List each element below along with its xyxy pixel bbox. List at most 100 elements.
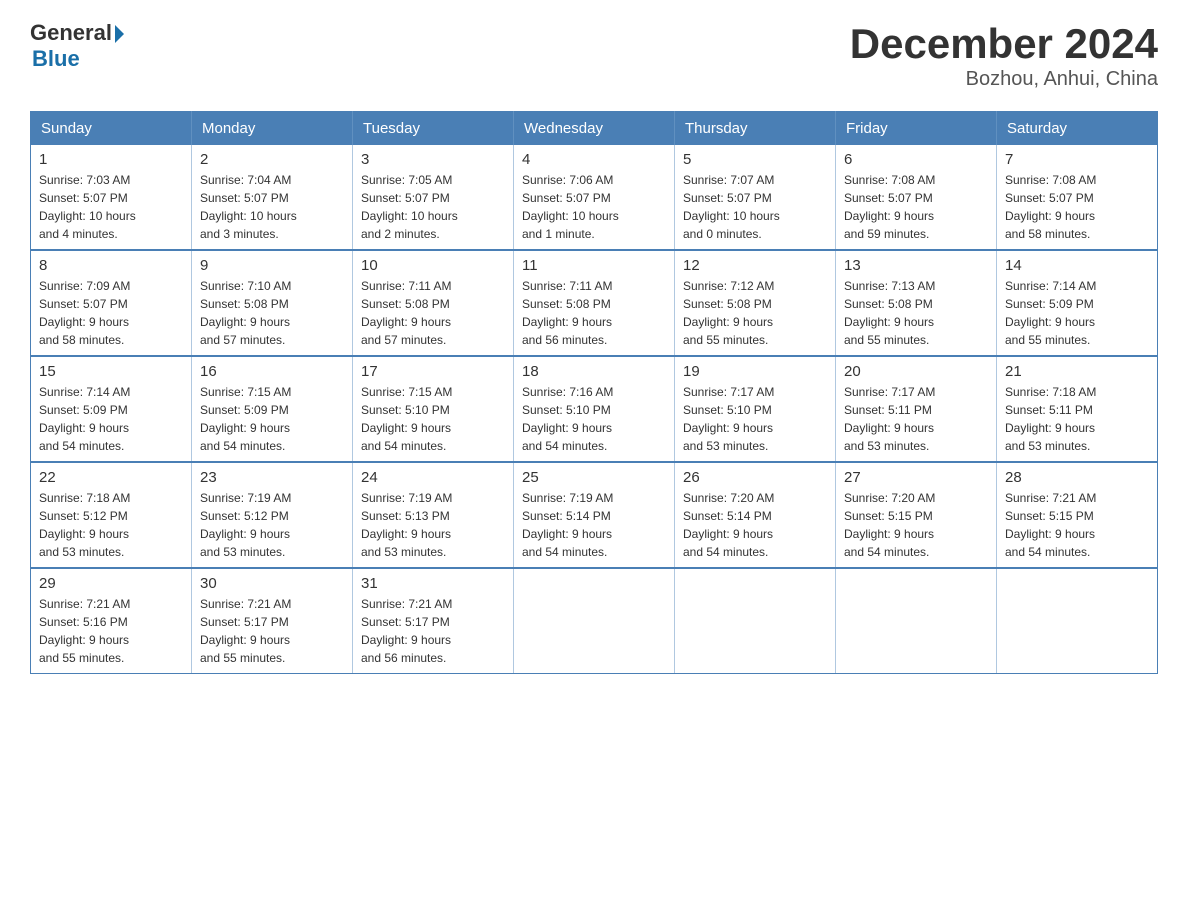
header-sunday: Sunday bbox=[31, 112, 192, 146]
day-info: Sunrise: 7:21 AMSunset: 5:15 PMDaylight:… bbox=[1005, 489, 1149, 561]
page-header: General Blue December 2024 Bozhou, Anhui… bbox=[30, 20, 1158, 91]
calendar-day-cell: 6 Sunrise: 7:08 AMSunset: 5:07 PMDayligh… bbox=[836, 145, 997, 250]
day-number: 19 bbox=[683, 363, 827, 380]
calendar-header-row: Sunday Monday Tuesday Wednesday Thursday… bbox=[31, 112, 1158, 146]
day-info: Sunrise: 7:16 AMSunset: 5:10 PMDaylight:… bbox=[522, 383, 666, 455]
calendar-day-cell: 2 Sunrise: 7:04 AMSunset: 5:07 PMDayligh… bbox=[192, 145, 353, 250]
day-number: 16 bbox=[200, 363, 344, 380]
calendar-day-cell: 31 Sunrise: 7:21 AMSunset: 5:17 PMDaylig… bbox=[353, 568, 514, 674]
calendar-day-cell: 13 Sunrise: 7:13 AMSunset: 5:08 PMDaylig… bbox=[836, 250, 997, 356]
header-wednesday: Wednesday bbox=[514, 112, 675, 146]
day-info: Sunrise: 7:20 AMSunset: 5:15 PMDaylight:… bbox=[844, 489, 988, 561]
day-number: 15 bbox=[39, 363, 183, 380]
calendar-day-cell: 24 Sunrise: 7:19 AMSunset: 5:13 PMDaylig… bbox=[353, 462, 514, 568]
day-number: 22 bbox=[39, 469, 183, 486]
day-number: 9 bbox=[200, 257, 344, 274]
day-info: Sunrise: 7:14 AMSunset: 5:09 PMDaylight:… bbox=[1005, 277, 1149, 349]
day-number: 13 bbox=[844, 257, 988, 274]
logo-general-text: General bbox=[30, 20, 112, 46]
day-number: 11 bbox=[522, 257, 666, 274]
calendar-day-cell bbox=[836, 568, 997, 674]
calendar-day-cell: 30 Sunrise: 7:21 AMSunset: 5:17 PMDaylig… bbox=[192, 568, 353, 674]
day-info: Sunrise: 7:15 AMSunset: 5:10 PMDaylight:… bbox=[361, 383, 505, 455]
day-info: Sunrise: 7:12 AMSunset: 5:08 PMDaylight:… bbox=[683, 277, 827, 349]
day-number: 10 bbox=[361, 257, 505, 274]
calendar-week-row: 29 Sunrise: 7:21 AMSunset: 5:16 PMDaylig… bbox=[31, 568, 1158, 674]
calendar-title: December 2024 bbox=[850, 20, 1158, 68]
calendar-day-cell: 27 Sunrise: 7:20 AMSunset: 5:15 PMDaylig… bbox=[836, 462, 997, 568]
logo-arrow-icon bbox=[115, 25, 124, 43]
calendar-week-row: 1 Sunrise: 7:03 AMSunset: 5:07 PMDayligh… bbox=[31, 145, 1158, 250]
day-info: Sunrise: 7:03 AMSunset: 5:07 PMDaylight:… bbox=[39, 171, 183, 243]
calendar-day-cell: 10 Sunrise: 7:11 AMSunset: 5:08 PMDaylig… bbox=[353, 250, 514, 356]
day-number: 18 bbox=[522, 363, 666, 380]
calendar-day-cell: 8 Sunrise: 7:09 AMSunset: 5:07 PMDayligh… bbox=[31, 250, 192, 356]
day-number: 25 bbox=[522, 469, 666, 486]
day-info: Sunrise: 7:05 AMSunset: 5:07 PMDaylight:… bbox=[361, 171, 505, 243]
calendar-day-cell: 15 Sunrise: 7:14 AMSunset: 5:09 PMDaylig… bbox=[31, 356, 192, 462]
calendar-day-cell bbox=[997, 568, 1158, 674]
calendar-table: Sunday Monday Tuesday Wednesday Thursday… bbox=[30, 111, 1158, 674]
day-number: 30 bbox=[200, 575, 344, 592]
day-info: Sunrise: 7:18 AMSunset: 5:12 PMDaylight:… bbox=[39, 489, 183, 561]
day-number: 7 bbox=[1005, 151, 1149, 168]
calendar-day-cell: 26 Sunrise: 7:20 AMSunset: 5:14 PMDaylig… bbox=[675, 462, 836, 568]
day-info: Sunrise: 7:06 AMSunset: 5:07 PMDaylight:… bbox=[522, 171, 666, 243]
calendar-day-cell: 17 Sunrise: 7:15 AMSunset: 5:10 PMDaylig… bbox=[353, 356, 514, 462]
day-number: 2 bbox=[200, 151, 344, 168]
calendar-day-cell: 4 Sunrise: 7:06 AMSunset: 5:07 PMDayligh… bbox=[514, 145, 675, 250]
day-info: Sunrise: 7:19 AMSunset: 5:14 PMDaylight:… bbox=[522, 489, 666, 561]
calendar-day-cell: 16 Sunrise: 7:15 AMSunset: 5:09 PMDaylig… bbox=[192, 356, 353, 462]
day-number: 5 bbox=[683, 151, 827, 168]
calendar-title-section: December 2024 Bozhou, Anhui, China bbox=[850, 20, 1158, 91]
day-info: Sunrise: 7:04 AMSunset: 5:07 PMDaylight:… bbox=[200, 171, 344, 243]
calendar-day-cell: 25 Sunrise: 7:19 AMSunset: 5:14 PMDaylig… bbox=[514, 462, 675, 568]
day-number: 31 bbox=[361, 575, 505, 592]
day-number: 3 bbox=[361, 151, 505, 168]
day-info: Sunrise: 7:21 AMSunset: 5:16 PMDaylight:… bbox=[39, 595, 183, 667]
day-number: 4 bbox=[522, 151, 666, 168]
calendar-day-cell: 23 Sunrise: 7:19 AMSunset: 5:12 PMDaylig… bbox=[192, 462, 353, 568]
day-number: 28 bbox=[1005, 469, 1149, 486]
calendar-week-row: 15 Sunrise: 7:14 AMSunset: 5:09 PMDaylig… bbox=[31, 356, 1158, 462]
day-info: Sunrise: 7:17 AMSunset: 5:11 PMDaylight:… bbox=[844, 383, 988, 455]
header-saturday: Saturday bbox=[997, 112, 1158, 146]
day-number: 26 bbox=[683, 469, 827, 486]
calendar-day-cell: 19 Sunrise: 7:17 AMSunset: 5:10 PMDaylig… bbox=[675, 356, 836, 462]
day-info: Sunrise: 7:08 AMSunset: 5:07 PMDaylight:… bbox=[844, 171, 988, 243]
day-number: 12 bbox=[683, 257, 827, 274]
day-info: Sunrise: 7:18 AMSunset: 5:11 PMDaylight:… bbox=[1005, 383, 1149, 455]
calendar-day-cell: 5 Sunrise: 7:07 AMSunset: 5:07 PMDayligh… bbox=[675, 145, 836, 250]
calendar-day-cell: 7 Sunrise: 7:08 AMSunset: 5:07 PMDayligh… bbox=[997, 145, 1158, 250]
logo: General Blue bbox=[30, 20, 124, 72]
calendar-day-cell: 1 Sunrise: 7:03 AMSunset: 5:07 PMDayligh… bbox=[31, 145, 192, 250]
day-number: 24 bbox=[361, 469, 505, 486]
day-number: 17 bbox=[361, 363, 505, 380]
day-info: Sunrise: 7:15 AMSunset: 5:09 PMDaylight:… bbox=[200, 383, 344, 455]
day-info: Sunrise: 7:11 AMSunset: 5:08 PMDaylight:… bbox=[361, 277, 505, 349]
day-info: Sunrise: 7:09 AMSunset: 5:07 PMDaylight:… bbox=[39, 277, 183, 349]
day-number: 1 bbox=[39, 151, 183, 168]
day-info: Sunrise: 7:21 AMSunset: 5:17 PMDaylight:… bbox=[200, 595, 344, 667]
day-info: Sunrise: 7:17 AMSunset: 5:10 PMDaylight:… bbox=[683, 383, 827, 455]
day-info: Sunrise: 7:08 AMSunset: 5:07 PMDaylight:… bbox=[1005, 171, 1149, 243]
calendar-subtitle: Bozhou, Anhui, China bbox=[850, 68, 1158, 91]
day-number: 6 bbox=[844, 151, 988, 168]
day-info: Sunrise: 7:10 AMSunset: 5:08 PMDaylight:… bbox=[200, 277, 344, 349]
day-info: Sunrise: 7:11 AMSunset: 5:08 PMDaylight:… bbox=[522, 277, 666, 349]
calendar-day-cell: 18 Sunrise: 7:16 AMSunset: 5:10 PMDaylig… bbox=[514, 356, 675, 462]
calendar-day-cell: 3 Sunrise: 7:05 AMSunset: 5:07 PMDayligh… bbox=[353, 145, 514, 250]
calendar-week-row: 8 Sunrise: 7:09 AMSunset: 5:07 PMDayligh… bbox=[31, 250, 1158, 356]
calendar-day-cell: 29 Sunrise: 7:21 AMSunset: 5:16 PMDaylig… bbox=[31, 568, 192, 674]
calendar-day-cell: 21 Sunrise: 7:18 AMSunset: 5:11 PMDaylig… bbox=[997, 356, 1158, 462]
day-number: 27 bbox=[844, 469, 988, 486]
day-info: Sunrise: 7:19 AMSunset: 5:12 PMDaylight:… bbox=[200, 489, 344, 561]
day-number: 14 bbox=[1005, 257, 1149, 274]
day-number: 23 bbox=[200, 469, 344, 486]
calendar-day-cell: 28 Sunrise: 7:21 AMSunset: 5:15 PMDaylig… bbox=[997, 462, 1158, 568]
header-monday: Monday bbox=[192, 112, 353, 146]
day-number: 20 bbox=[844, 363, 988, 380]
day-info: Sunrise: 7:07 AMSunset: 5:07 PMDaylight:… bbox=[683, 171, 827, 243]
logo-blue-text: Blue bbox=[32, 46, 80, 72]
calendar-day-cell bbox=[675, 568, 836, 674]
